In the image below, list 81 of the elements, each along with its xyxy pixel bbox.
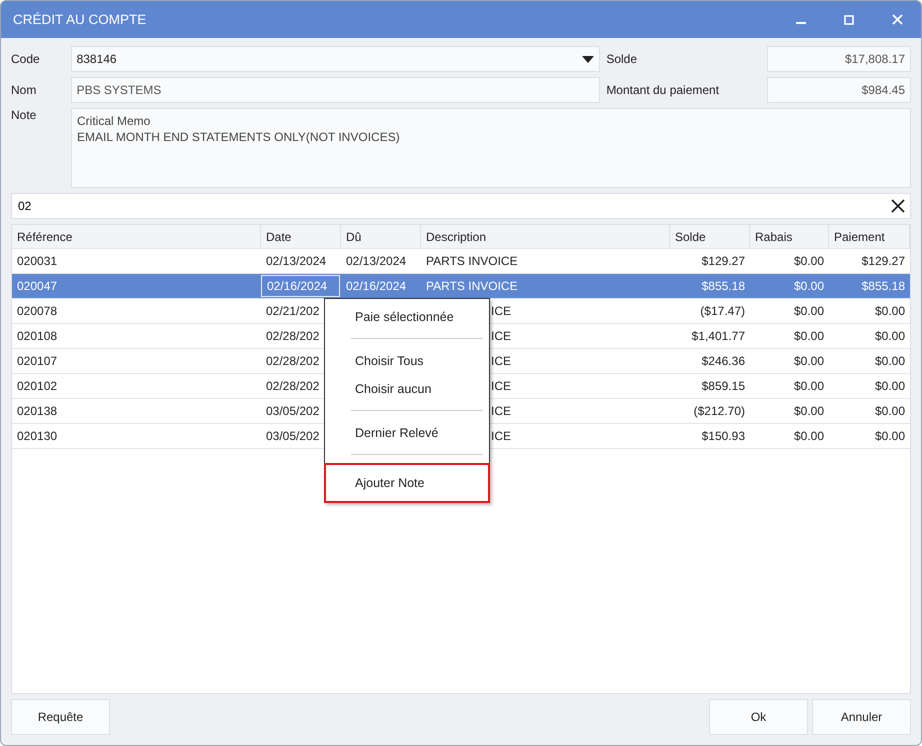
table-cell: $129.27 <box>702 254 745 268</box>
table-cell: ($212.70) <box>694 404 745 418</box>
column-header[interactable]: Solde <box>670 225 750 248</box>
table-cell: 020107 <box>17 354 58 368</box>
column-header[interactable]: Rabais <box>750 225 829 248</box>
column-header[interactable]: Paiement <box>829 225 910 248</box>
close-icon <box>892 14 902 25</box>
code-dropdown[interactable]: 838146 <box>70 46 600 72</box>
table-row[interactable]: 020047 02/16/2024 02/16/2024 PARTS INVOICE $855.18 $0.00 $855.18 <box>12 274 910 299</box>
table-cell: ICE <box>491 429 512 443</box>
minimize-icon <box>796 22 806 24</box>
table-cell: 020102 <box>17 379 58 393</box>
table-cell: 020108 <box>17 329 58 343</box>
table-cell: ICE <box>491 379 512 393</box>
table-cell: $0.00 <box>794 329 824 343</box>
field-label: Code <box>11 52 41 66</box>
table-cell: $129.27 <box>862 254 905 268</box>
column-header[interactable]: Dû <box>341 225 421 248</box>
table-cell: ICE <box>491 404 512 418</box>
column-header[interactable]: Référence <box>12 225 261 248</box>
table-cell: 03/05/202 <box>266 429 320 443</box>
table-cell: 02/16/2024 <box>346 279 406 293</box>
table-cell: $0.00 <box>794 404 824 418</box>
table-cell: ICE <box>491 354 512 368</box>
table-cell: $0.00 <box>794 354 824 368</box>
column-header[interactable]: Description <box>421 225 670 248</box>
table-cell: ($17.47) <box>700 304 745 318</box>
table-cell: ICE <box>491 304 512 318</box>
field-label: Solde <box>606 52 638 66</box>
amount-field: $984.45 <box>767 77 912 103</box>
table-cell: 02/13/2024 <box>266 254 326 268</box>
table-cell: $0.00 <box>794 379 824 393</box>
table-cell: $0.00 <box>794 429 824 443</box>
table-cell: $0.00 <box>874 429 905 443</box>
table-cell: 03/05/202 <box>266 404 320 418</box>
table-cell: 02/28/202 <box>266 379 320 393</box>
table-cell: PARTS INVOICE <box>426 254 518 268</box>
table-cell: 02/28/202 <box>266 329 320 343</box>
table-cell: 020031 <box>17 254 58 268</box>
field-label: Note <box>11 108 38 124</box>
dropdown-arrow-icon <box>582 56 594 62</box>
field-label: Nom <box>11 83 38 97</box>
table-cell: 02/13/2024 <box>346 254 406 268</box>
table-cell: 020047 <box>17 279 58 293</box>
table-cell: $0.00 <box>794 279 824 293</box>
table-cell: $1,401.77 <box>692 329 745 343</box>
note-field[interactable]: Critical Memo EMAIL MONTH END STATEMENTS ONLY(NOT INVOICES) <box>71 108 911 188</box>
cancel-button[interactable]: Annuler <box>812 699 911 735</box>
table-cell: 020078 <box>17 304 58 318</box>
table-cell: 02/16/2024 <box>267 279 328 293</box>
amount-field: $17,808.17 <box>767 46 912 72</box>
table-cell: $0.00 <box>874 304 905 318</box>
table-cell: $0.00 <box>874 329 905 343</box>
name-field: PBS SYSTEMS <box>70 77 600 103</box>
maximize-icon <box>844 14 854 24</box>
table-cell: $0.00 <box>874 404 905 418</box>
table-cell: 02/21/202 <box>266 304 320 318</box>
table-cell: $0.00 <box>794 254 824 268</box>
table-cell: 02/28/202 <box>266 354 320 368</box>
table-cell: $0.00 <box>794 304 824 318</box>
table-cell: 020138 <box>17 404 58 418</box>
table-cell: $0.00 <box>874 354 905 368</box>
table-cell: $246.36 <box>702 354 745 368</box>
menu-item[interactable]: Ajouter Note <box>324 463 490 503</box>
table-cell: $150.93 <box>702 429 745 443</box>
table-cell: $855.18 <box>702 279 745 293</box>
note-line: EMAIL MONTH END STATEMENTS ONLY(NOT INVOICES) <box>77 130 401 144</box>
dropdown-value: 838146 <box>76 52 117 66</box>
window-title: CRÉDIT AU COMPTE <box>13 12 148 27</box>
table-cell: $855.18 <box>862 279 905 293</box>
column-header[interactable]: Date <box>261 225 341 248</box>
note-line: Critical Memo <box>77 114 152 128</box>
table-cell: ICE <box>491 329 512 343</box>
field-label: Montant du paiement <box>606 83 720 97</box>
ok-button[interactable]: Ok <box>709 699 808 735</box>
table-cell: 020130 <box>17 429 58 443</box>
table-cell: $0.00 <box>874 379 905 393</box>
menu-item[interactable]: Choisir Tous <box>324 347 490 375</box>
table-cell: $859.15 <box>702 379 745 393</box>
query-button[interactable]: Requête <box>11 699 110 735</box>
table-cell: PARTS INVOICE <box>426 279 518 293</box>
